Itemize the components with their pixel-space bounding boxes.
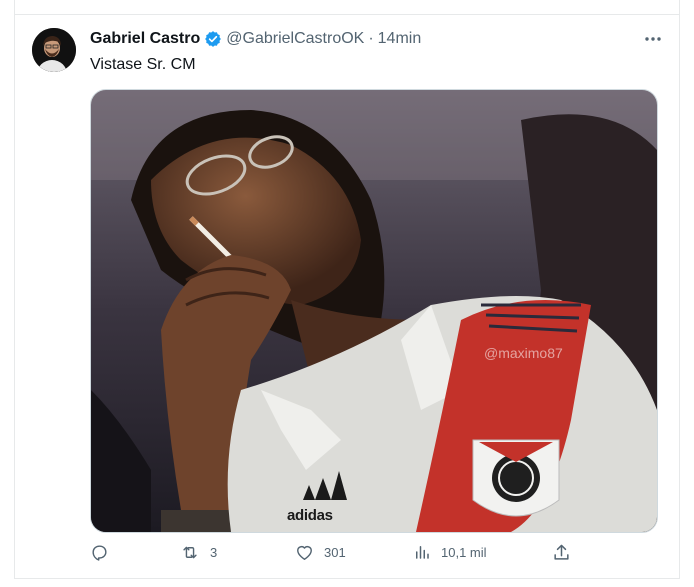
media-watermark: @maximo87 <box>484 345 563 361</box>
retweet-count: 3 <box>210 545 218 560</box>
tweet-actions: 3 301 10,1 mil <box>90 543 569 567</box>
reply-icon <box>90 543 109 562</box>
shirt-brand-text: adidas <box>287 507 333 524</box>
verified-badge-icon <box>204 30 222 48</box>
author-name[interactable]: Gabriel Castro <box>90 30 200 48</box>
views-count: 10,1 mil <box>441 544 487 560</box>
retweet-button[interactable]: 3 <box>180 543 217 562</box>
avatar[interactable] <box>32 28 76 72</box>
like-button[interactable]: 301 <box>295 543 346 562</box>
views-icon <box>413 543 431 561</box>
separator-dot: · <box>368 30 374 47</box>
like-count: 301 <box>324 545 346 560</box>
views-button[interactable]: 10,1 mil <box>413 543 487 561</box>
heart-icon <box>295 543 314 562</box>
more-options-icon[interactable] <box>641 29 665 49</box>
author-handle[interactable]: @GabrielCastroOK <box>226 30 364 48</box>
avatar-image <box>32 28 76 72</box>
timestamp[interactable]: 14min <box>378 30 422 48</box>
tweet-text: Vistase Sr. CM <box>90 56 196 73</box>
tweet-media[interactable]: @maximo87 adidas <box>90 89 658 533</box>
share-icon <box>552 543 571 562</box>
tweet-header: Gabriel Castro @GabrielCastroOK · 14min <box>90 30 421 48</box>
media-photo <box>91 90 657 532</box>
share-button[interactable] <box>552 543 571 562</box>
reply-button[interactable] <box>90 543 109 562</box>
tweet[interactable]: Gabriel Castro @GabrielCastroOK · 14min … <box>14 14 680 579</box>
retweet-icon <box>180 543 200 562</box>
previous-tweet-edge <box>14 0 680 15</box>
